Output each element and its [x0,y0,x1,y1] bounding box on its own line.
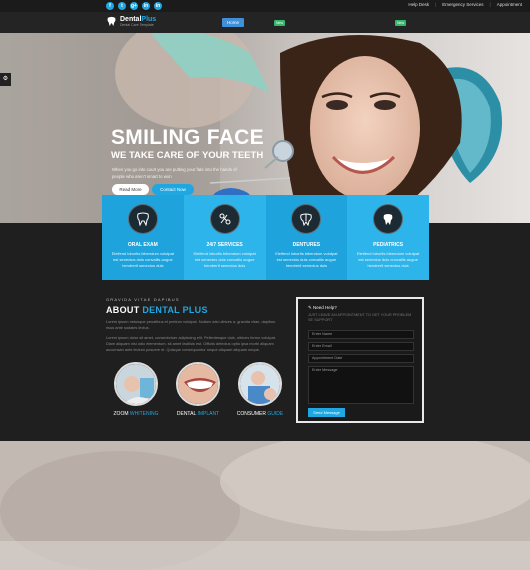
google-plus-icon[interactable]: g+ [130,2,138,10]
date-field[interactable]: Appointment Date [308,354,414,363]
service-text: Eleifend lobortis bibendum volutpat est … [193,251,256,268]
denture-icon [291,204,322,234]
send-message-button[interactable]: Send Message [308,408,345,417]
contact-now-button[interactable]: Contact Now [152,184,194,195]
emergency-services-link[interactable]: Emergency Services [442,2,483,7]
about-title: ABOUT DENTAL PLUS [106,305,208,315]
form-description: JUST LEAVE AN APPOINTMENT TO GET YOUR PR… [308,313,412,322]
new-badge-2: New [395,19,407,26]
twitter-icon[interactable]: t [118,2,126,10]
read-more-button[interactable]: Read More [112,184,149,195]
nav-item-3[interactable] [293,18,309,27]
service-text: Eleifend lobortis bibendum volutpat est … [111,251,174,268]
nav-item-7[interactable] [414,18,436,27]
appointment-link[interactable]: Appointment [497,2,522,7]
top-bar: f t g+ in in Help Desk | Emergency Servi… [0,0,530,12]
tooth-icon [127,204,158,234]
whitening-photo [114,362,158,406]
form-heading: ✎ Need Help? [308,305,337,310]
hero-subtitle: WE TAKE CARE OF YOUR TEETH [111,150,264,161]
name-field[interactable]: Enter Name [308,330,414,339]
service-text: Eleifend lobortis bibendum volutpat est … [275,251,338,268]
nav-item-4[interactable] [317,18,335,27]
site-logo[interactable]: DentalPlus Dental Care Template [106,16,156,27]
bottom-background-section [0,431,530,570]
social-links: f t g+ in in [106,2,162,10]
service-card[interactable]: PEDIATRICS Eleifend lobortis bibendum vo… [347,195,429,280]
implant-photo [176,362,220,406]
service-title: DENTURES [292,242,321,248]
hero-title: SMILING FACE [111,126,264,149]
about-paragraph-1: Lorem ipsum netusque penatibus et pretiu… [106,319,276,330]
new-badge: New [274,19,286,26]
feature-list: ZOOM WHITENING DENTAL IMPLANT CONSUMER G… [106,362,290,417]
feature-dental-implant[interactable]: DENTAL IMPLANT [168,362,228,417]
service-title: 24/7 SERVICES [206,242,243,248]
child-tooth-icon [373,204,404,234]
feature-zoom-whitening[interactable]: ZOOM WHITENING [106,362,166,417]
main-navbar: DentalPlus Dental Care Template Home New… [0,12,530,33]
side-settings-button[interactable]: ⚙ [0,73,11,86]
instagram-icon[interactable]: in [154,2,162,10]
service-card[interactable]: ORAL EXAM Eleifend lobortis bibendum vol… [102,195,184,280]
main-menu: Home New New [222,18,436,27]
service-card[interactable]: DENTURES Eleifend lobortis bibendum volu… [265,195,348,280]
hero-description: When you go into court you are putting y… [112,167,237,179]
tooth-logo-icon [107,16,116,27]
feature-consumer-guide[interactable]: CONSUMER GUIDE [230,362,290,417]
nav-home[interactable]: Home [222,18,245,27]
appointment-form: ✎ Need Help? JUST LEAVE AN APPOINTMENT T… [296,297,424,423]
service-text: Eleifend lobortis bibendum volutpat est … [356,251,420,268]
message-field[interactable]: Enter Message [308,366,414,404]
service-title: ORAL EXAM [127,242,158,248]
about-kicker: GRAVIDA VITAE DAPIBUS [106,297,180,302]
nav-item-6[interactable] [367,18,387,27]
service-title: PEDIATRICS [373,242,404,248]
brand-name-a: Dental [120,16,142,23]
facebook-icon[interactable]: f [106,2,114,10]
about-paragraph-2: Lorem ipsum dolor sit amet, consectetuer… [106,335,276,352]
nav-item-5[interactable] [343,18,359,27]
top-links: Help Desk | Emergency Services | Appoint… [408,2,522,7]
linkedin-icon[interactable]: in [142,2,150,10]
help-desk-link[interactable]: Help Desk [408,2,429,7]
brand-name-b: Plus [141,16,157,23]
dental-tool-icon [209,204,240,234]
bottom-photo [0,431,530,570]
guide-photo [238,362,282,406]
brand-tagline: Dental Care Template [120,23,154,27]
services-strip: ORAL EXAM Eleifend lobortis bibendum vol… [102,195,429,280]
nav-item-2[interactable] [252,18,266,27]
email-field[interactable]: Enter Email [308,342,414,351]
service-card[interactable]: 24/7 SERVICES Eleifend lobortis bibendum… [183,195,266,280]
